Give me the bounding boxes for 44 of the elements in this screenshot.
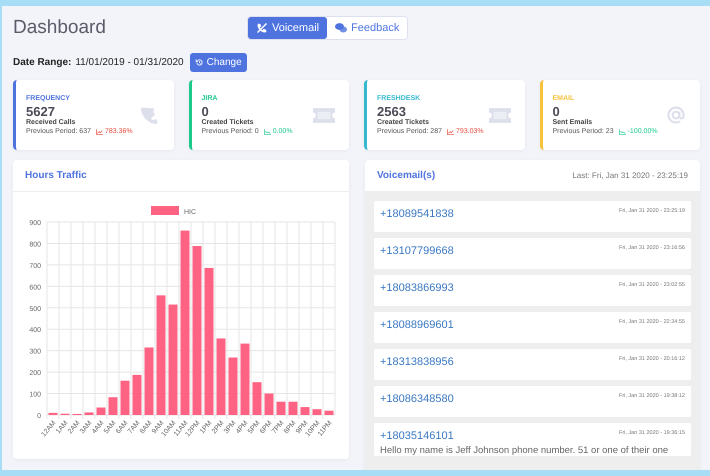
ticket-icon xyxy=(313,108,335,122)
at-sign-icon xyxy=(666,105,686,125)
stat-value: 5627 xyxy=(26,104,55,119)
bar xyxy=(276,402,286,415)
phone-number: +18313838956 xyxy=(380,356,454,368)
bar xyxy=(84,412,94,415)
phone-number: +18089541838 xyxy=(380,208,454,220)
chat-icon xyxy=(335,22,348,34)
bar xyxy=(48,412,58,415)
phone-number: +13107799668 xyxy=(380,245,454,257)
bar xyxy=(324,410,334,415)
phone-icon xyxy=(140,105,160,125)
phone-number: +18035146101 xyxy=(380,430,454,442)
bar xyxy=(96,408,106,415)
ticket-icon xyxy=(488,108,510,122)
bar xyxy=(240,344,250,415)
bar xyxy=(228,358,238,415)
change-button[interactable]: Change xyxy=(190,52,247,72)
stat-value: 0 xyxy=(552,104,561,119)
history-icon xyxy=(194,58,204,66)
bar xyxy=(252,382,262,415)
bar xyxy=(108,397,118,415)
stat-value: 0 xyxy=(202,104,209,119)
bar xyxy=(120,380,130,415)
panel-title: Hours Traffic xyxy=(25,170,87,181)
voicemail-transcript: Hello my name is Jeff Johnson phone number. 51 or one of their one xyxy=(380,445,670,456)
legend-swatch xyxy=(151,206,179,215)
bar xyxy=(288,402,298,415)
phone-number: +18088969601 xyxy=(380,319,454,331)
date-range-label: Date Range: xyxy=(13,56,72,68)
panel-title: Voicemail(s) xyxy=(377,170,436,181)
last-timestamp: Last: Fri, Jan 31 2020 - 23:25:19 xyxy=(572,171,688,180)
phone-slash-icon xyxy=(256,22,268,34)
phone-number: +18083866993 xyxy=(380,282,454,294)
page-title: Dashboard xyxy=(13,17,107,39)
bar xyxy=(264,394,274,415)
phone-number: +18086348580 xyxy=(380,393,454,405)
bar xyxy=(300,407,310,415)
bar xyxy=(144,347,154,415)
stat-value: 2563 xyxy=(377,104,406,119)
bar xyxy=(132,374,142,415)
date-range-value: 11/01/2019 - 01/31/2020 xyxy=(75,56,184,68)
view-tab[interactable]: Voicemail xyxy=(248,17,328,39)
bar xyxy=(312,409,322,415)
